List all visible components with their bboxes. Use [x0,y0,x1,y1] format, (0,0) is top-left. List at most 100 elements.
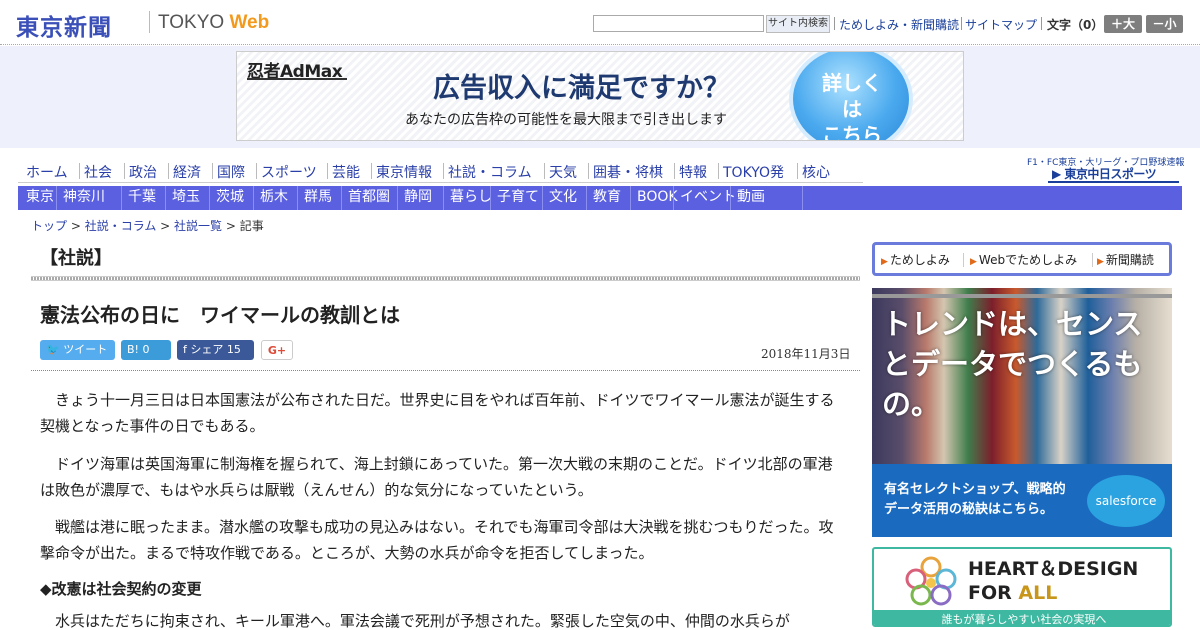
nav-item-primary[interactable]: 特報 [679,162,707,182]
nav-divider [797,163,798,179]
salesforce-ad[interactable]: トレンドは、センスとデータでつくるもの。 有名セレクトショップ、戦略的データ活用… [872,288,1172,537]
nav-divider [586,186,587,210]
nav-divider [253,186,254,210]
nav-item-primary[interactable]: ホーム [26,162,68,182]
heart-design-ad[interactable]: HEART＆DESIGN FOR ALL 誰もが暮らしやすい社会の実現へ [872,547,1172,627]
nav-item-primary[interactable]: 社説・コラム [448,162,532,182]
tab-label: 新聞購読 [1105,253,1154,267]
nav-divider [802,186,803,210]
nav-item-regional[interactable]: 茨城 [216,186,244,210]
ad-trend-body: 有名セレクトショップ、戦略的データ活用の秘訣はこちら。 [884,482,1066,517]
ad-band: 忍者AdMax 広告収入に満足ですか？ あなたの広告枠の可能性を最大限まで引き出… [0,46,1200,148]
nav-item-regional[interactable]: BOOK [637,186,678,210]
nav-item-primary[interactable]: 核心 [802,162,830,182]
search-button[interactable]: サイト内検索 [766,15,830,33]
logo-en-text: TOKYO [158,12,230,33]
nav-divider [674,163,675,179]
nav-item-regional[interactable]: 教育 [593,186,621,210]
google-plus-button[interactable]: G+ [261,340,293,360]
nav-item-regional[interactable]: 神奈川 [63,186,105,210]
ad-brand-underline [247,78,347,80]
logo-web-text: Web [229,12,270,33]
nav-item-primary[interactable]: 経済 [173,162,201,182]
tab-web-trial[interactable]: ▶ Webでためしよみ [970,251,1077,268]
nav-item-regional[interactable]: 子育て [497,186,539,210]
nav-divider [544,163,545,179]
nav-item-primary[interactable]: 囲碁・将棋 [593,162,663,182]
nav-item-primary[interactable]: スポーツ [261,162,317,182]
arrow-icon: ▶ [970,257,977,267]
flower-logo-icon [905,556,957,606]
breadcrumb-separator: > [156,219,175,233]
divider [961,17,962,30]
nav-divider [79,163,80,179]
nav-divider [673,186,674,210]
breadcrumb-editorial-list[interactable]: 社説一覧 [174,219,222,233]
nav-item-primary[interactable]: 芸能 [332,162,360,182]
nav-item-primary[interactable]: 天気 [549,162,577,182]
breadcrumb-top[interactable]: トップ [31,219,67,233]
font-larger-button[interactable]: ＋大 [1104,15,1142,33]
nav-divider [124,163,125,179]
article-subheading: ◆改憲は社会契約の変更 [40,580,202,598]
nav-item-regional[interactable]: 埼玉 [172,186,200,210]
facebook-share-button[interactable]: f シェア 15 [177,340,254,360]
ad-cta-line1: 詳しくは [822,71,882,121]
nav-divider [341,186,342,210]
tab-subscribe[interactable]: ▶ 新聞購読 [1097,251,1154,268]
ad-trend-headline: トレンドは、センスとデータでつくるもの。 [882,307,1143,421]
nav-item-primary[interactable]: TOKYO発 [723,162,784,182]
nav-item-regional[interactable]: 暮らし [450,186,492,210]
nav-divider [630,186,631,210]
ad-heart-line2: FOR ALL [968,581,1138,605]
divider [1092,253,1093,267]
nav-divider [730,186,731,210]
article-date: 2018年11月3日 [761,347,851,361]
chunichi-underline [1048,181,1179,183]
divider [1041,17,1042,30]
nav-item-regional[interactable]: 東京 [26,186,54,210]
nav-item-regional[interactable]: 栃木 [260,186,288,210]
ad-subline: あなたの広告枠の可能性を最大限まで引き出します [405,112,727,128]
article-paragraph: ドイツ海軍は英国海軍に制海権を握られて、海上封鎖にあっていた。第一次大戦の末期の… [40,455,833,499]
nav-divider [209,186,210,210]
nav-item-regional[interactable]: イベント [680,186,736,210]
nav-item-primary[interactable]: 国際 [217,162,245,182]
nav-divider [168,163,169,179]
tab-label: ためしよみ [889,253,950,267]
breadcrumb-current: 記事 [239,219,264,233]
hatena-bookmark-button[interactable]: B! 0 [121,340,171,360]
nav-divider [718,163,719,179]
ad-cta-text: 詳しくは こちら [817,70,887,140]
nav-divider [256,163,257,179]
subscribe-link[interactable]: ためしよみ・新聞購読 [839,16,959,33]
font-smaller-button[interactable]: －小 [1146,15,1183,33]
site-logo-en[interactable]: TOKYO Web [158,12,269,34]
article-paragraph: 水兵はただちに拘束され、キール軍港へ。軍法会議で死刑が予想された。緊張した空気の… [40,612,790,630]
sitemap-link[interactable]: サイトマップ [965,16,1037,33]
ad-trend-footer: 有名セレクトショップ、戦略的データ活用の秘訣はこちら。 salesforce [872,464,1172,537]
nav-item-primary[interactable]: 東京情報 [376,162,432,182]
tweet-button[interactable]: 🐦 ツイート [40,340,115,360]
nav-divider [371,163,372,179]
nav-item-regional[interactable]: 千葉 [128,186,156,210]
divider [834,17,835,30]
tab-trial-read[interactable]: ▶ ためしよみ [881,251,950,268]
site-logo-jp[interactable]: 東京新聞 [16,8,112,42]
nav-item-regional[interactable]: 群馬 [304,186,332,210]
breadcrumb-editorial[interactable]: 社説・コラム [85,219,157,233]
nav-item-primary[interactable]: 社会 [84,162,112,182]
nav-item-primary[interactable]: 政治 [129,162,157,182]
breadcrumb-separator: > [222,219,240,233]
nav-divider [397,186,398,210]
article-paragraph: 戦艦は港に眠ったまま。潜水艦の攻撃も成功の見込みはない。それでも海軍司令部は大決… [40,518,834,562]
chunichi-sports-logo[interactable]: ▶ 東京中日スポーツ [1052,165,1157,182]
nav-item-regional[interactable]: 文化 [549,186,577,210]
nav-item-regional[interactable]: 首都圏 [348,186,390,210]
nav-item-regional[interactable]: 動画 [737,186,765,210]
ad-heart-all: ALL [1018,582,1058,604]
tab-label: Webでためしよみ [978,253,1078,267]
search-input[interactable] [593,15,764,32]
admax-banner-ad[interactable]: 忍者AdMax 広告収入に満足ですか？ あなたの広告枠の可能性を最大限まで引き出… [236,51,964,141]
nav-item-regional[interactable]: 静岡 [404,186,432,210]
